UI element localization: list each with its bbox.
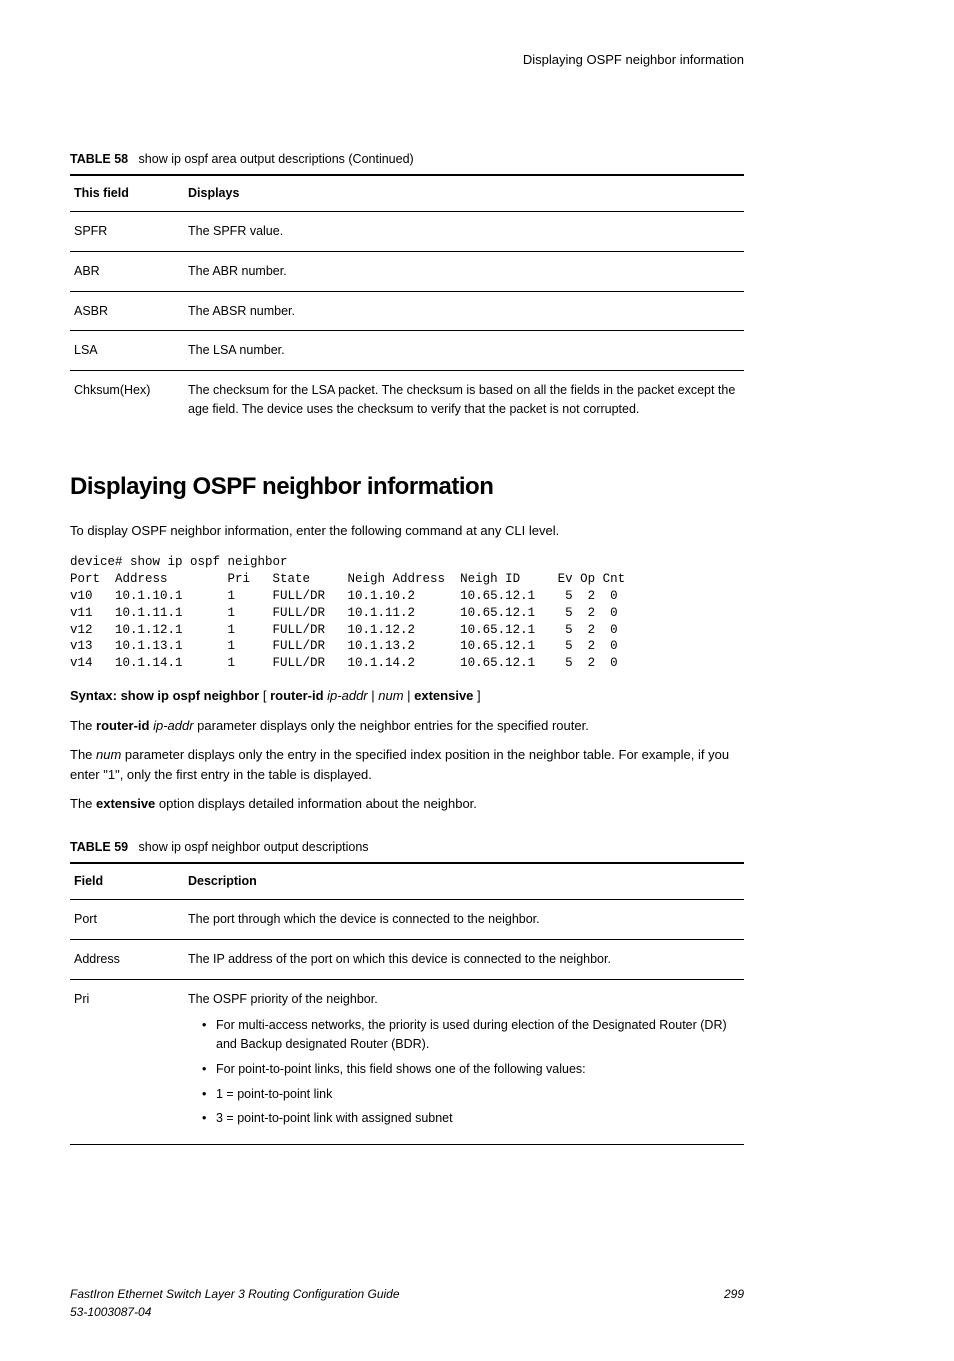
num-paragraph: The num parameter displays only the entr… xyxy=(70,745,744,784)
syntax-router-id: router-id xyxy=(270,688,323,703)
text: The xyxy=(70,747,96,762)
list-item: For multi-access networks, the priority … xyxy=(202,1016,740,1054)
syntax-text: ] xyxy=(473,688,480,703)
text: parameter displays only the neighbor ent… xyxy=(194,718,589,733)
page-footer: FastIron Ethernet Switch Layer 3 Routing… xyxy=(70,1285,744,1321)
table58-head-displays: Displays xyxy=(184,175,744,211)
intro-paragraph: To display OSPF neighbor information, en… xyxy=(70,521,744,541)
desc-cell: The port through which the device is con… xyxy=(184,900,744,940)
table58-head-field: This field xyxy=(70,175,184,211)
syntax-text: | xyxy=(404,688,415,703)
text: parameter displays only the entry in the… xyxy=(70,747,729,782)
field-cell: Pri xyxy=(70,979,184,1145)
pri-intro: The OSPF priority of the neighbor. xyxy=(188,990,740,1009)
text: option displays detailed information abo… xyxy=(155,796,477,811)
table-row: Pri The OSPF priority of the neighbor. F… xyxy=(70,979,744,1145)
footer-doc-number: 53-1003087-04 xyxy=(70,1303,400,1321)
syntax-text: [ xyxy=(259,688,270,703)
field-cell: SPFR xyxy=(70,212,184,252)
table58-caption: TABLE 58 show ip ospf area output descri… xyxy=(70,150,744,169)
table59-head-desc: Description xyxy=(184,863,744,899)
syntax-line: Syntax: show ip ospf neighbor [ router-i… xyxy=(70,686,744,706)
field-cell: Port xyxy=(70,900,184,940)
field-cell: Address xyxy=(70,939,184,979)
list-item: For point-to-point links, this field sho… xyxy=(202,1060,740,1079)
syntax-text: | xyxy=(368,688,379,703)
syntax-cmd: show ip ospf neighbor xyxy=(121,688,260,703)
desc-cell: The IP address of the port on which this… xyxy=(184,939,744,979)
field-cell: Chksum(Hex) xyxy=(70,371,184,429)
table-row: SPFR The SPFR value. xyxy=(70,212,744,252)
table59-head-field: Field xyxy=(70,863,184,899)
field-cell: LSA xyxy=(70,331,184,371)
field-cell: ABR xyxy=(70,251,184,291)
syntax-extensive: extensive xyxy=(414,688,473,703)
table58-caption-label: TABLE 58 xyxy=(70,152,128,166)
text-em: ip-addr xyxy=(149,718,193,733)
table-row: ABR The ABR number. xyxy=(70,251,744,291)
cli-output: device# show ip ospf neighbor Port Addre… xyxy=(70,554,744,672)
table-row: Chksum(Hex) The checksum for the LSA pac… xyxy=(70,371,744,429)
page-header: Displaying OSPF neighbor information xyxy=(70,50,744,70)
desc-cell: The SPFR value. xyxy=(184,212,744,252)
footer-left: FastIron Ethernet Switch Layer 3 Routing… xyxy=(70,1285,400,1321)
footer-title: FastIron Ethernet Switch Layer 3 Routing… xyxy=(70,1285,400,1303)
desc-cell: The ABR number. xyxy=(184,251,744,291)
section-heading: Displaying OSPF neighbor information xyxy=(70,469,744,505)
field-cell: ASBR xyxy=(70,291,184,331)
table-row: Address The IP address of the port on wh… xyxy=(70,939,744,979)
text-em: num xyxy=(96,747,121,762)
extensive-paragraph: The extensive option displays detailed i… xyxy=(70,794,744,814)
text-bold: extensive xyxy=(96,796,155,811)
table-row: LSA The LSA number. xyxy=(70,331,744,371)
desc-cell: The OSPF priority of the neighbor. For m… xyxy=(184,979,744,1145)
table59: Field Description Port The port through … xyxy=(70,862,744,1145)
syntax-ipaddr: ip-addr xyxy=(324,688,368,703)
list-item: 1 = point-to-point link xyxy=(202,1085,740,1104)
desc-cell: The ABSR number. xyxy=(184,291,744,331)
text: The xyxy=(70,796,96,811)
table58-caption-text: show ip ospf area output descriptions (C… xyxy=(139,152,414,166)
footer-page-number: 299 xyxy=(724,1285,744,1321)
desc-cell: The LSA number. xyxy=(184,331,744,371)
table-row: Port The port through which the device i… xyxy=(70,900,744,940)
table59-caption-text: show ip ospf neighbor output description… xyxy=(139,840,369,854)
table-row: ASBR The ABSR number. xyxy=(70,291,744,331)
router-id-paragraph: The router-id ip-addr parameter displays… xyxy=(70,716,744,736)
table59-caption: TABLE 59 show ip ospf neighbor output de… xyxy=(70,838,744,857)
text: The xyxy=(70,718,96,733)
syntax-num: num xyxy=(378,688,403,703)
table58: This field Displays SPFR The SPFR value.… xyxy=(70,174,744,428)
table59-caption-label: TABLE 59 xyxy=(70,840,128,854)
syntax-label: Syntax: xyxy=(70,688,121,703)
desc-cell: The checksum for the LSA packet. The che… xyxy=(184,371,744,429)
list-item: 3 = point-to-point link with assigned su… xyxy=(202,1109,740,1128)
pri-list: For multi-access networks, the priority … xyxy=(188,1016,740,1128)
text-bold: router-id xyxy=(96,718,149,733)
